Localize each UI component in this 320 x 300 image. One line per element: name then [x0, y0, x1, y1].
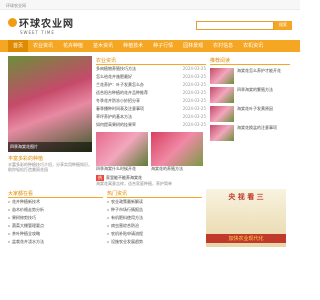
lower-section: 大家都在看 花卉种植新技术 苗木价格走势分析 果树修剪技巧 蔬菜大棚管理要点 茶…	[0, 186, 300, 247]
list-item[interactable]: 种子市场行情报告	[107, 206, 202, 214]
recommend-item[interactable]: 海棠花怎么养护才能开花	[210, 68, 290, 84]
hero-caption: 四季海棠花图片	[8, 142, 92, 152]
list-item[interactable]: 怎么给花卉施肥最好 2024-03-25	[96, 73, 206, 81]
list-item[interactable]: 冬季花卉防冻小妙招分享 2024-03-25	[96, 97, 206, 105]
list-item[interactable]: 草坪养护的基本方法 2024-03-25	[96, 113, 206, 121]
site-logo[interactable]: 环球农业网 SWEET TIME	[8, 15, 74, 35]
recommend-item[interactable]: 海棠花换盆的注意事项	[210, 125, 290, 141]
thumb-image	[96, 132, 148, 166]
nav-item[interactable]: 花卉种植	[58, 40, 88, 52]
list-item[interactable]: 花卉种植新技术	[8, 198, 103, 206]
list-item[interactable]: 设施农业发展趋势	[107, 238, 202, 246]
news-section-header: 农业资讯	[96, 56, 206, 65]
logo-icon	[8, 18, 17, 27]
featured-block: 丰富多彩的种植 丰富多彩的种植技巧介绍，分享实用种植知识，助你轻松打造美丽花园	[8, 155, 92, 172]
nav-item[interactable]: 种植技术	[118, 40, 148, 52]
recommend-item[interactable]: 四季海棠的繁殖方法	[210, 87, 290, 103]
recommend-item[interactable]: 海棠花叶子发黄原因	[210, 106, 290, 122]
hot-article[interactable]: 热家里能不能养海棠花 海棠花寓意吉祥，适合家庭种植，养护简单	[96, 175, 206, 186]
list-item[interactable]: 病虫害综合防治	[107, 222, 202, 230]
logo-text-en: SWEET TIME	[20, 30, 55, 35]
search-bar: 搜索	[196, 20, 292, 30]
logo-text-cn: 环球农业网	[19, 19, 74, 30]
main-nav: 首页 农业资讯 花卉种植 苗木资讯 种植技术 种子行情 园林景观 农村信息 农机…	[0, 40, 300, 52]
news-section-title: 农业资讯	[96, 57, 117, 64]
nav-item[interactable]: 种子行情	[148, 40, 178, 52]
thumb-image	[151, 132, 203, 166]
hero-image[interactable]: 四季海棠花图片	[8, 56, 92, 152]
hot-desc: 海棠花寓意吉祥，适合家庭种植，养护简单	[96, 181, 172, 186]
thumb-caption: 海棠花的养殖方法	[151, 166, 183, 171]
featured-desc: 丰富多彩的种植技巧介绍，分享实用种植知识，助你轻松打造美丽花园	[8, 162, 92, 172]
list-item[interactable]: 兰花养护：叶子发黄怎么办 2024-03-25	[96, 81, 206, 89]
ad-title: 央 视 看 三	[228, 193, 264, 201]
thumb-card[interactable]: 四季海棠什么时候开花	[96, 132, 148, 172]
top-bar-text: 环球农业网	[6, 3, 26, 8]
list-item[interactable]: 有机肥料使用方法	[107, 214, 202, 222]
list-item[interactable]: 果树修剪技巧	[8, 214, 103, 222]
list-item[interactable]: 茶叶种植全攻略	[8, 230, 103, 238]
recommend-section-header: 推荐阅读	[210, 56, 290, 65]
recommend-image	[210, 87, 234, 103]
main-content: 四季海棠花图片 丰富多彩的种植 丰富多彩的种植技巧介绍，分享实用种植知识，助你轻…	[0, 52, 300, 186]
recommend-image	[210, 125, 234, 141]
list-item[interactable]: 盆栽花卉浇水方法	[8, 238, 103, 246]
search-input[interactable]	[196, 20, 274, 30]
thumb-caption: 四季海棠什么时候开花	[96, 166, 136, 171]
search-button[interactable]: 搜索	[274, 20, 292, 30]
list-item[interactable]: 苗木价格走势分析	[8, 206, 103, 214]
featured-title[interactable]: 丰富多彩的种植	[8, 155, 92, 162]
mid-list-header: 热门资讯	[107, 189, 202, 198]
ad-band: 加快农业现代化	[206, 234, 286, 243]
nav-item[interactable]: 农业资讯	[28, 40, 58, 52]
recommend-section-title: 推荐阅读	[210, 57, 231, 64]
nav-item[interactable]: 苗木资讯	[88, 40, 118, 52]
list-item[interactable]: 农机补贴申请流程	[107, 230, 202, 238]
nav-item[interactable]: 农机资讯	[238, 40, 268, 52]
header: 环球农业网 SWEET TIME 搜索	[0, 10, 300, 40]
thumb-card[interactable]: 海棠花的养殖方法	[151, 132, 203, 172]
nav-item[interactable]: 园林景观	[178, 40, 208, 52]
nav-item[interactable]: 农村信息	[208, 40, 238, 52]
list-item[interactable]: 春季播种时间表及注意事项 2024-03-25	[96, 105, 206, 113]
news-list: 多肉植物养殖技巧方法 2024-03-25 怎么给花卉施肥最好 2024-03-25…	[96, 65, 206, 129]
nav-item-home[interactable]: 首页	[8, 40, 29, 52]
left-list-header: 大家都在看	[8, 189, 103, 198]
top-bar: 环球农业网	[0, 0, 300, 10]
list-item[interactable]: 蔬菜大棚管理要点	[8, 222, 103, 230]
recommend-image	[210, 106, 234, 122]
recommend-image	[210, 68, 234, 84]
list-item[interactable]: 适合阳台种植的花卉品种推荐 2024-03-25	[96, 89, 206, 97]
ad-banner[interactable]: 央 视 看 三 加快农业现代化	[206, 189, 286, 247]
list-item[interactable]: 如何提高果树的挂果率 2024-03-25	[96, 121, 206, 129]
list-item[interactable]: 多肉植物养殖技巧方法 2024-03-25	[96, 65, 206, 73]
list-item[interactable]: 农业政策最新解读	[107, 198, 202, 206]
